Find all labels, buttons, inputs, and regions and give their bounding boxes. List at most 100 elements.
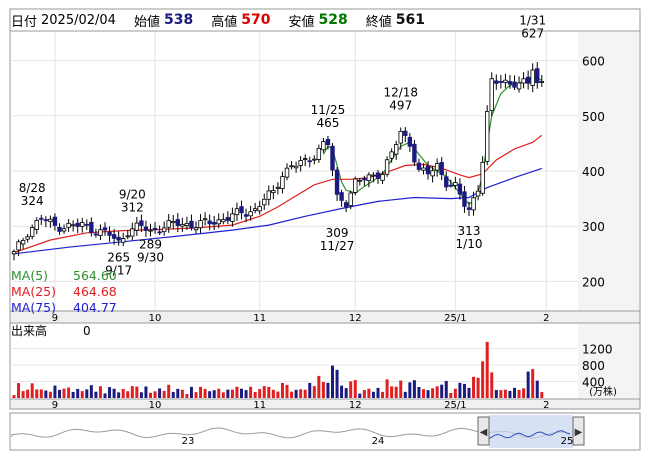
volume-bar <box>271 389 275 398</box>
volume-bar <box>290 391 294 398</box>
price-tick-label: 500 <box>582 110 605 124</box>
volume-bar <box>44 390 48 398</box>
candle-body <box>266 190 271 200</box>
navigator-year-label: 25 <box>561 436 574 447</box>
candle-body <box>284 167 290 178</box>
volume-bar <box>17 383 21 398</box>
volume-bar <box>203 388 207 398</box>
volume-bar <box>349 381 353 398</box>
volume-bar <box>467 387 471 398</box>
volume-bar <box>48 391 52 398</box>
volume-bar <box>185 394 189 398</box>
volume-bar <box>226 389 230 398</box>
candle-body <box>348 192 353 207</box>
candle-body <box>61 228 67 232</box>
ma-legend: MA(5) 564.60 MA(25) 464.68 MA(75) 404.77 <box>11 268 117 316</box>
volume-bar <box>62 388 66 398</box>
price-header: 日付 2025/02/04 始値 538 高値 570 安値 528 終値 56… <box>11 9 443 31</box>
volume-bar <box>212 390 216 398</box>
candle-body <box>202 218 208 221</box>
volume-bar <box>294 389 298 398</box>
volume-bar <box>399 380 403 398</box>
candle-body <box>121 238 126 243</box>
volume-bar <box>103 393 107 398</box>
volume-bar <box>158 388 162 398</box>
candle-body <box>16 241 21 251</box>
month-label: 10 <box>149 400 162 411</box>
candle-body <box>34 219 39 230</box>
volume-bar <box>526 371 530 398</box>
volume-bar <box>435 386 439 398</box>
volume-bar <box>503 389 507 398</box>
candle-body <box>80 222 85 227</box>
annotation-text: 1/10 <box>456 237 483 251</box>
volume-bar <box>171 391 175 398</box>
date-label: 日付 <box>11 14 38 30</box>
volume-bar <box>308 382 312 398</box>
candle-body <box>157 231 162 234</box>
volume-bar <box>517 389 521 398</box>
annotation-text: 465 <box>316 116 339 130</box>
volume-bar <box>94 391 98 398</box>
candle-body <box>380 174 385 181</box>
volume-bar <box>476 377 480 398</box>
volume-bar <box>458 382 462 398</box>
candle-body <box>48 218 53 222</box>
candle-body <box>130 228 135 237</box>
candle-body <box>498 81 504 83</box>
candle-body <box>75 222 80 227</box>
left-handle-icon: ◀ <box>480 427 488 438</box>
candle-body <box>325 138 331 146</box>
candle-body <box>343 202 349 208</box>
price-annotation: 9/20312 <box>119 188 146 215</box>
ma75-value: 404.77 <box>73 300 117 315</box>
high-value: 570 <box>241 12 271 28</box>
annotation-text: 289 <box>139 237 162 251</box>
candle-body <box>516 82 522 90</box>
candle-body <box>116 236 121 241</box>
candle-body <box>444 176 449 188</box>
volume-bar <box>417 387 421 398</box>
month-label: 12 <box>349 400 362 411</box>
candle-body <box>216 219 221 225</box>
candle-body <box>512 81 517 88</box>
volume-bar <box>53 385 57 398</box>
volume-bar <box>390 386 394 398</box>
candle-body <box>107 231 112 236</box>
volume-bar <box>89 385 93 398</box>
volume-bar <box>312 386 316 398</box>
volume-bar <box>112 388 116 398</box>
volume-bar <box>267 386 271 398</box>
candle-body <box>357 179 362 182</box>
volume-bar <box>126 391 130 398</box>
annotation-text: 312 <box>121 201 144 215</box>
volume-bar <box>444 380 448 398</box>
candle-body <box>430 170 435 177</box>
volume-bar <box>335 369 339 398</box>
candle-body <box>412 143 417 163</box>
volume-bar <box>262 386 266 398</box>
candle-body <box>271 189 276 194</box>
candle-body <box>503 79 508 83</box>
volume-bar <box>531 369 535 398</box>
candle-body <box>448 184 453 187</box>
candle-body <box>20 240 26 245</box>
candle-body <box>225 217 231 221</box>
candle-body <box>98 229 103 236</box>
candle-body <box>148 229 153 232</box>
volume-legend: 出来高 0 <box>11 322 91 339</box>
low-value: 528 <box>318 12 348 28</box>
price-tick-label: 200 <box>582 275 605 289</box>
candle-body <box>84 223 89 226</box>
candle-body <box>330 145 335 171</box>
volume-bar <box>385 379 389 398</box>
volume-bar <box>535 380 539 398</box>
candle-body <box>11 251 17 255</box>
volume-bar <box>321 381 325 398</box>
candle-body <box>43 219 49 222</box>
annotation-text: 313 <box>458 224 481 238</box>
volume-bar <box>331 365 334 398</box>
candle-body <box>152 227 158 231</box>
candle-body <box>457 183 463 195</box>
volume-bar <box>253 392 257 398</box>
